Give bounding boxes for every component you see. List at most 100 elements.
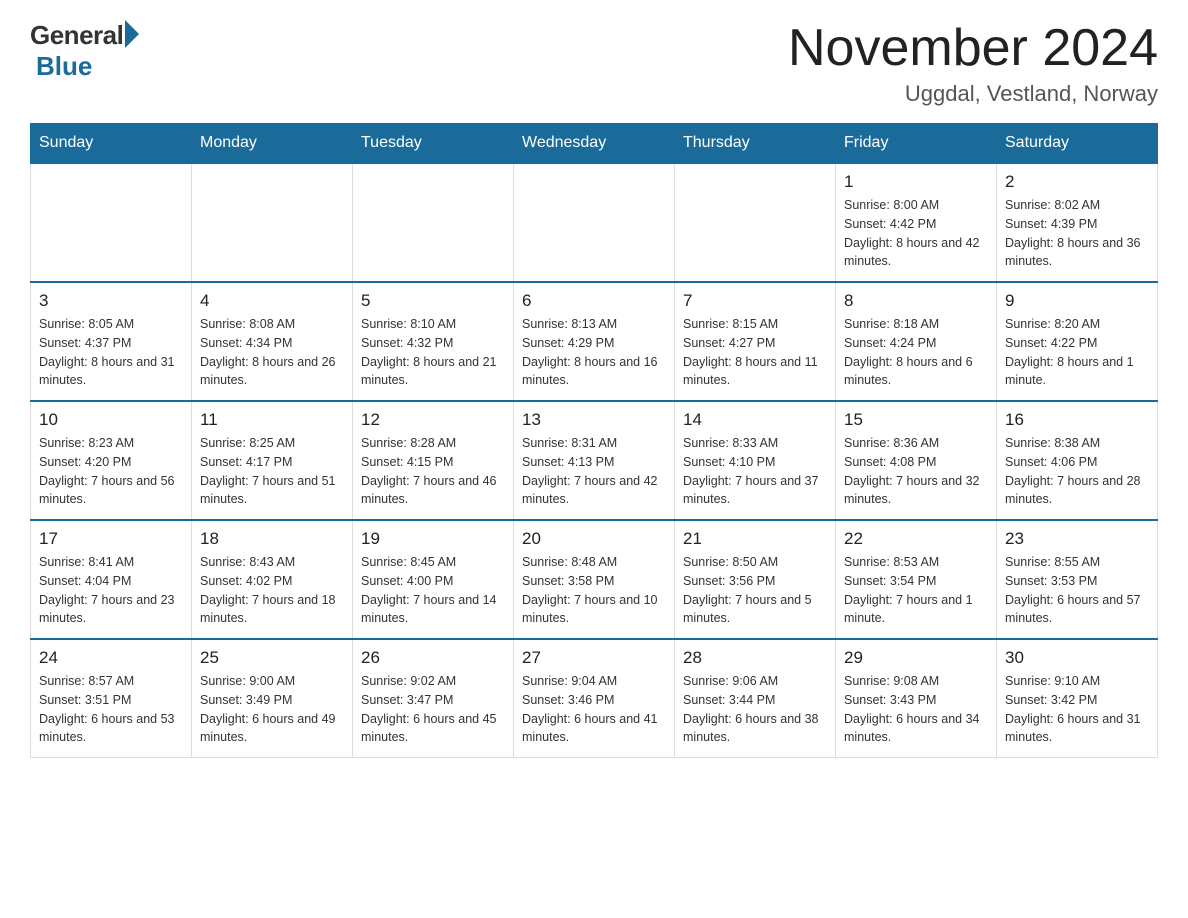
day-number: 23 xyxy=(1005,529,1149,549)
day-info: Sunrise: 8:53 AM Sunset: 3:54 PM Dayligh… xyxy=(844,553,988,628)
calendar-cell: 23 Sunrise: 8:55 AM Sunset: 3:53 PM Dayli… xyxy=(997,520,1158,639)
calendar-cell: 2Sunrise: 8:02 AM Sunset: 4:39 PM Daylig… xyxy=(997,163,1158,282)
day-info: Sunrise: 8:50 AM Sunset: 3:56 PM Dayligh… xyxy=(683,553,827,628)
calendar-week-row: 17 Sunrise: 8:41 AM Sunset: 4:04 PM Dayli… xyxy=(31,520,1158,639)
day-number: 10 xyxy=(39,410,183,430)
calendar-cell: 16Sunrise: 8:38 AM Sunset: 4:06 PM Dayli… xyxy=(997,401,1158,520)
calendar-cell xyxy=(514,163,675,282)
calendar-week-row: 1Sunrise: 8:00 AM Sunset: 4:42 PM Daylig… xyxy=(31,163,1158,282)
day-number: 27 xyxy=(522,648,666,668)
day-number: 28 xyxy=(683,648,827,668)
day-number: 1 xyxy=(844,172,988,192)
day-number: 24 xyxy=(39,648,183,668)
logo-general-text: General xyxy=(30,20,123,51)
title-block: November 2024 Uggdal, Vestland, Norway xyxy=(788,20,1158,107)
day-info: Sunrise: 8:13 AM Sunset: 4:29 PM Dayligh… xyxy=(522,315,666,390)
day-of-week-header: Thursday xyxy=(675,124,836,164)
calendar-cell: 20 Sunrise: 8:48 AM Sunset: 3:58 PM Dayli… xyxy=(514,520,675,639)
logo: General Blue xyxy=(30,20,139,82)
calendar-cell: 27 Sunrise: 9:04 AM Sunset: 3:46 PM Dayli… xyxy=(514,639,675,758)
calendar-cell: 5 Sunrise: 8:10 AM Sunset: 4:32 PM Daylig… xyxy=(353,282,514,401)
calendar-cell xyxy=(31,163,192,282)
day-info: Sunrise: 8:23 AM Sunset: 4:20 PM Dayligh… xyxy=(39,434,183,509)
day-of-week-header: Monday xyxy=(192,124,353,164)
calendar-cell: 9 Sunrise: 8:20 AM Sunset: 4:22 PM Daylig… xyxy=(997,282,1158,401)
day-info: Sunrise: 8:28 AM Sunset: 4:15 PM Dayligh… xyxy=(361,434,505,509)
day-info: Sunrise: 8:43 AM Sunset: 4:02 PM Dayligh… xyxy=(200,553,344,628)
calendar-cell xyxy=(192,163,353,282)
day-of-week-header: Friday xyxy=(836,124,997,164)
calendar-cell: 26 Sunrise: 9:02 AM Sunset: 3:47 PM Dayli… xyxy=(353,639,514,758)
calendar-cell: 28 Sunrise: 9:06 AM Sunset: 3:44 PM Dayli… xyxy=(675,639,836,758)
calendar-cell: 13Sunrise: 8:31 AM Sunset: 4:13 PM Dayli… xyxy=(514,401,675,520)
day-number: 5 xyxy=(361,291,505,311)
day-info: Sunrise: 8:45 AM Sunset: 4:00 PM Dayligh… xyxy=(361,553,505,628)
calendar-cell: 4 Sunrise: 8:08 AM Sunset: 4:34 PM Daylig… xyxy=(192,282,353,401)
day-info: Sunrise: 8:41 AM Sunset: 4:04 PM Dayligh… xyxy=(39,553,183,628)
day-number: 30 xyxy=(1005,648,1149,668)
day-info: Sunrise: 9:04 AM Sunset: 3:46 PM Dayligh… xyxy=(522,672,666,747)
calendar-header-row: SundayMondayTuesdayWednesdayThursdayFrid… xyxy=(31,124,1158,164)
day-number: 2 xyxy=(1005,172,1149,192)
day-info: Sunrise: 8:05 AM Sunset: 4:37 PM Dayligh… xyxy=(39,315,183,390)
day-info: Sunrise: 8:33 AM Sunset: 4:10 PM Dayligh… xyxy=(683,434,827,509)
calendar-cell: 29 Sunrise: 9:08 AM Sunset: 3:43 PM Dayli… xyxy=(836,639,997,758)
calendar-cell: 19Sunrise: 8:45 AM Sunset: 4:00 PM Dayli… xyxy=(353,520,514,639)
day-number: 16 xyxy=(1005,410,1149,430)
calendar-cell: 24Sunrise: 8:57 AM Sunset: 3:51 PM Dayli… xyxy=(31,639,192,758)
calendar-cell: 1Sunrise: 8:00 AM Sunset: 4:42 PM Daylig… xyxy=(836,163,997,282)
day-number: 25 xyxy=(200,648,344,668)
logo-arrow-icon xyxy=(125,20,139,48)
calendar-week-row: 24Sunrise: 8:57 AM Sunset: 3:51 PM Dayli… xyxy=(31,639,1158,758)
day-number: 22 xyxy=(844,529,988,549)
logo-blue-text: Blue xyxy=(36,51,92,82)
day-number: 6 xyxy=(522,291,666,311)
day-info: Sunrise: 8:08 AM Sunset: 4:34 PM Dayligh… xyxy=(200,315,344,390)
day-info: Sunrise: 9:06 AM Sunset: 3:44 PM Dayligh… xyxy=(683,672,827,747)
day-info: Sunrise: 8:18 AM Sunset: 4:24 PM Dayligh… xyxy=(844,315,988,390)
calendar-week-row: 3Sunrise: 8:05 AM Sunset: 4:37 PM Daylig… xyxy=(31,282,1158,401)
day-info: Sunrise: 8:20 AM Sunset: 4:22 PM Dayligh… xyxy=(1005,315,1149,390)
calendar-cell: 8 Sunrise: 8:18 AM Sunset: 4:24 PM Daylig… xyxy=(836,282,997,401)
calendar-cell: 3Sunrise: 8:05 AM Sunset: 4:37 PM Daylig… xyxy=(31,282,192,401)
day-number: 11 xyxy=(200,410,344,430)
calendar-cell: 6 Sunrise: 8:13 AM Sunset: 4:29 PM Daylig… xyxy=(514,282,675,401)
day-info: Sunrise: 8:10 AM Sunset: 4:32 PM Dayligh… xyxy=(361,315,505,390)
calendar-cell: 22 Sunrise: 8:53 AM Sunset: 3:54 PM Dayli… xyxy=(836,520,997,639)
day-number: 8 xyxy=(844,291,988,311)
day-number: 9 xyxy=(1005,291,1149,311)
day-number: 4 xyxy=(200,291,344,311)
day-number: 17 xyxy=(39,529,183,549)
day-number: 14 xyxy=(683,410,827,430)
calendar-cell: 11 Sunrise: 8:25 AM Sunset: 4:17 PM Dayli… xyxy=(192,401,353,520)
day-info: Sunrise: 9:02 AM Sunset: 3:47 PM Dayligh… xyxy=(361,672,505,747)
calendar-cell: 18Sunrise: 8:43 AM Sunset: 4:02 PM Dayli… xyxy=(192,520,353,639)
day-info: Sunrise: 8:48 AM Sunset: 3:58 PM Dayligh… xyxy=(522,553,666,628)
calendar-cell: 14 Sunrise: 8:33 AM Sunset: 4:10 PM Dayli… xyxy=(675,401,836,520)
day-number: 29 xyxy=(844,648,988,668)
calendar-cell: 12Sunrise: 8:28 AM Sunset: 4:15 PM Dayli… xyxy=(353,401,514,520)
month-year-title: November 2024 xyxy=(788,20,1158,77)
day-info: Sunrise: 9:08 AM Sunset: 3:43 PM Dayligh… xyxy=(844,672,988,747)
day-number: 13 xyxy=(522,410,666,430)
calendar-cell: 30Sunrise: 9:10 AM Sunset: 3:42 PM Dayli… xyxy=(997,639,1158,758)
page-header: General Blue November 2024 Uggdal, Vestl… xyxy=(30,20,1158,107)
location-subtitle: Uggdal, Vestland, Norway xyxy=(788,81,1158,107)
day-of-week-header: Sunday xyxy=(31,124,192,164)
day-info: Sunrise: 9:00 AM Sunset: 3:49 PM Dayligh… xyxy=(200,672,344,747)
day-of-week-header: Saturday xyxy=(997,124,1158,164)
day-info: Sunrise: 8:55 AM Sunset: 3:53 PM Dayligh… xyxy=(1005,553,1149,628)
day-number: 20 xyxy=(522,529,666,549)
day-number: 26 xyxy=(361,648,505,668)
day-number: 21 xyxy=(683,529,827,549)
calendar-cell: 21 Sunrise: 8:50 AM Sunset: 3:56 PM Dayli… xyxy=(675,520,836,639)
day-info: Sunrise: 8:25 AM Sunset: 4:17 PM Dayligh… xyxy=(200,434,344,509)
calendar-cell xyxy=(675,163,836,282)
calendar-cell: 17 Sunrise: 8:41 AM Sunset: 4:04 PM Dayli… xyxy=(31,520,192,639)
calendar-cell: 15Sunrise: 8:36 AM Sunset: 4:08 PM Dayli… xyxy=(836,401,997,520)
day-number: 15 xyxy=(844,410,988,430)
calendar-cell: 10 Sunrise: 8:23 AM Sunset: 4:20 PM Dayli… xyxy=(31,401,192,520)
day-of-week-header: Tuesday xyxy=(353,124,514,164)
day-number: 7 xyxy=(683,291,827,311)
day-of-week-header: Wednesday xyxy=(514,124,675,164)
